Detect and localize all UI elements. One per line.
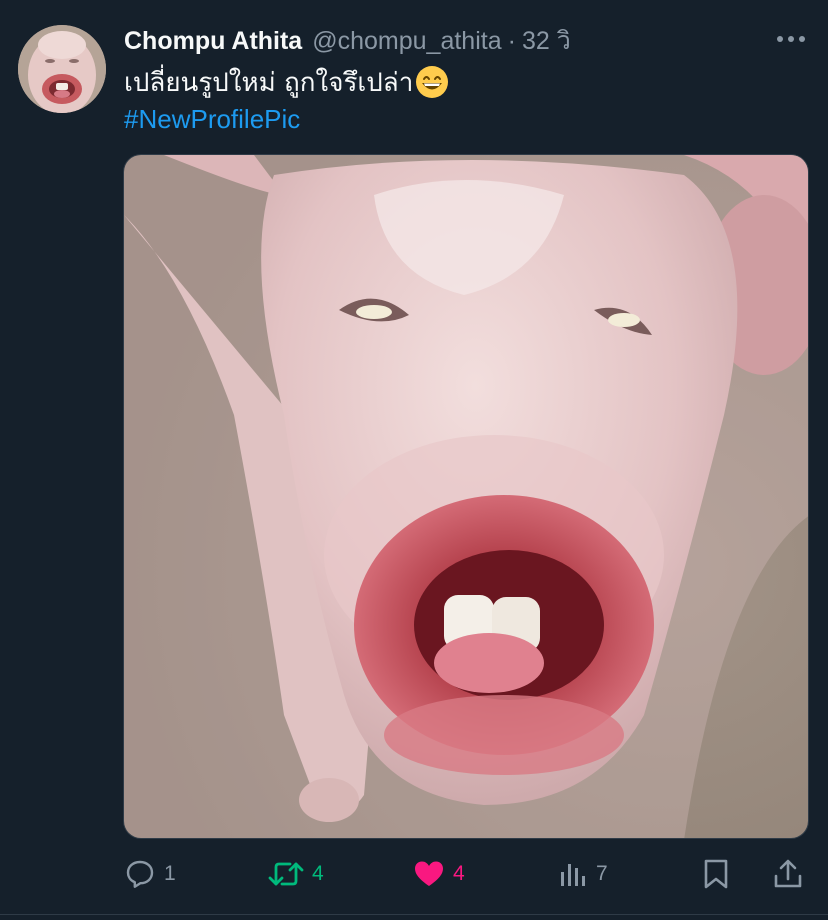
more-button[interactable] — [770, 22, 812, 56]
share-button[interactable] — [772, 852, 804, 896]
bookmark-button[interactable] — [702, 852, 730, 896]
tweet-text-content: เปลี่ยนรูปใหม่ ถูกใจรึเปล่า — [124, 67, 414, 98]
bookmark-icon — [704, 859, 728, 889]
hashtag-link[interactable]: #NewProfilePic — [124, 101, 300, 137]
grinning-face-icon — [416, 66, 449, 98]
like-count: 4 — [453, 862, 465, 885]
views-icon — [561, 864, 585, 886]
author-handle[interactable]: @chompu_athita — [312, 27, 501, 56]
reply-icon — [126, 860, 154, 888]
tweet-header: Chompu Athita @chompu_athita · 32 วิ — [124, 22, 571, 60]
reply-count: 1 — [164, 862, 176, 885]
tweet[interactable]: Chompu Athita @chompu_athita · 32 วิ เปล… — [0, 0, 828, 920]
views-button[interactable]: 7 — [558, 852, 608, 896]
more-icon — [777, 36, 805, 42]
like-button[interactable]: 4 — [413, 852, 465, 896]
tweet-media-image[interactable] — [123, 154, 809, 839]
retweet-count: 4 — [312, 862, 324, 885]
author-name[interactable]: Chompu Athita — [124, 27, 302, 56]
like-icon — [415, 861, 443, 886]
share-icon — [774, 859, 802, 888]
reply-button[interactable]: 1 — [124, 852, 176, 896]
separator-dot: · — [507, 26, 516, 55]
view-count: 7 — [596, 862, 608, 885]
avatar[interactable] — [18, 25, 106, 113]
divider — [0, 914, 828, 915]
retweet-button[interactable]: 4 — [268, 852, 324, 896]
retweet-icon — [268, 862, 304, 886]
tweet-text: เปลี่ยนรูปใหม่ ถูกใจรึเปล่า — [124, 63, 449, 101]
timestamp[interactable]: 32 วิ — [522, 21, 571, 61]
tweet-actions: 1 4 4 7 — [0, 852, 828, 896]
